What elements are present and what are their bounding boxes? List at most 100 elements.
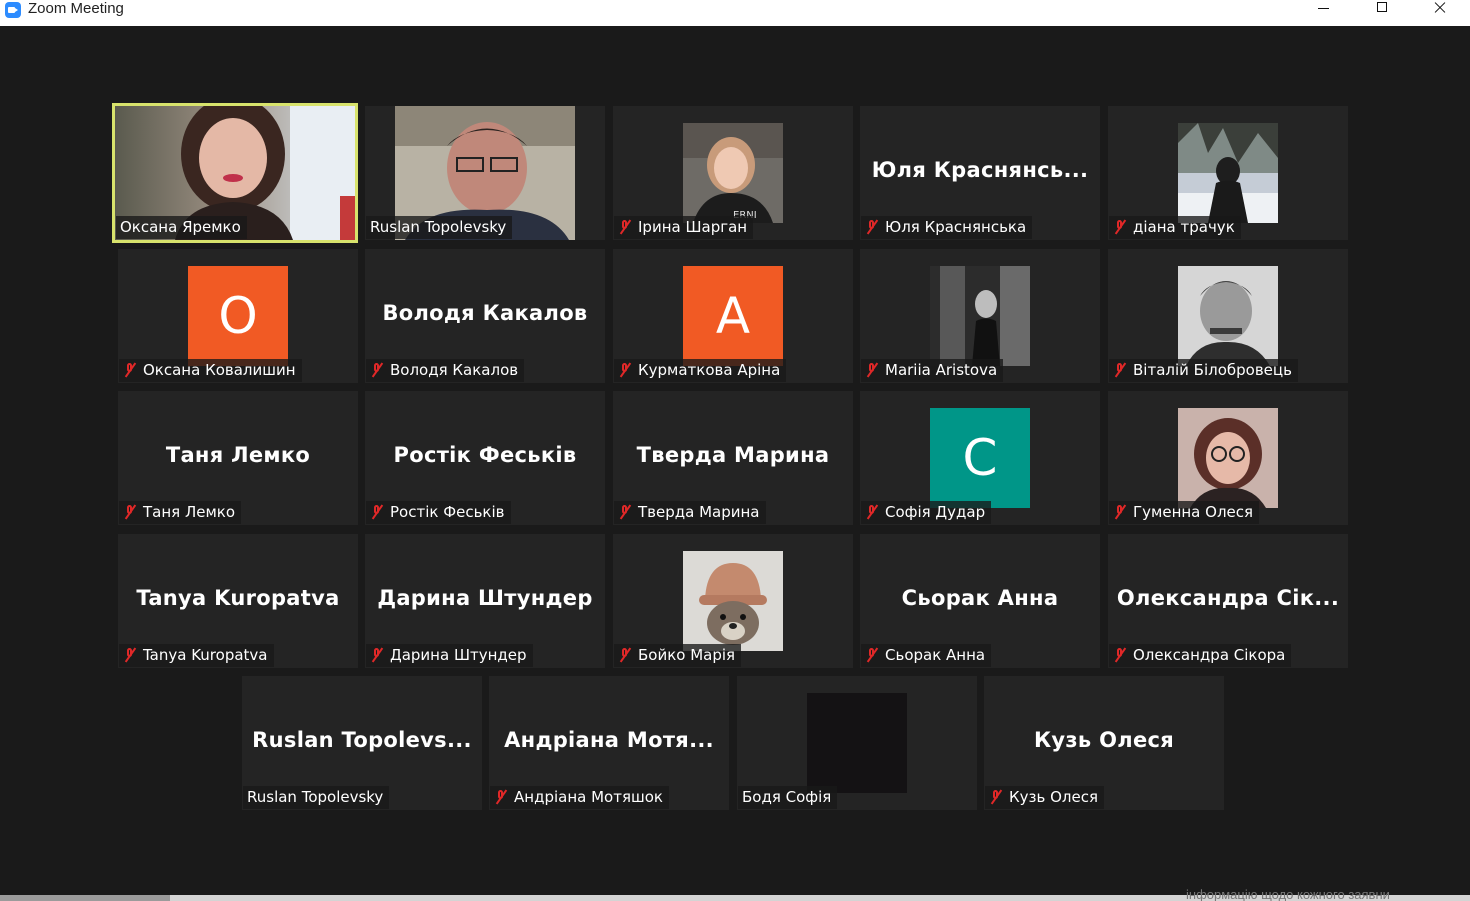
muted-mic-icon	[370, 504, 384, 520]
gallery-view: Оксана Яремко Ruslan Topolevsky Ірина Ша…	[0, 26, 1470, 895]
participant-tile-andriana-motiashok[interactable]: Андріана Мотя... Андріана Мотяшок	[489, 676, 729, 810]
participant-tile-volodia-kakalov[interactable]: Володя Какалов Володя Какалов	[365, 249, 605, 383]
participant-name-label: Бойко Марія	[614, 644, 742, 667]
participant-display-name: Ростік Феськів	[393, 443, 577, 467]
participant-tile-oleksandra-sikora[interactable]: Олександра Сік... Олександра Сікора	[1108, 534, 1348, 668]
avatar-initial: A	[683, 266, 783, 366]
participant-display-name: Ruslan Topolevs...	[252, 728, 472, 752]
participant-name-label: Олександра Сікора	[1109, 644, 1292, 667]
muted-mic-icon	[123, 362, 137, 378]
participant-name-label: Ростік Феськів	[366, 501, 511, 524]
muted-mic-icon	[1113, 362, 1127, 378]
participant-display-name: Тверда Марина	[636, 443, 830, 467]
participant-tile-rostik-feskiv[interactable]: Ростік Феськів Ростік Феськів	[365, 391, 605, 525]
muted-mic-icon	[618, 647, 632, 663]
participant-tile-tania-lemko[interactable]: Таня Лемко Таня Лемко	[118, 391, 358, 525]
close-icon	[1433, 7, 1447, 8]
participant-tile-diana-trachuk[interactable]: діана трачук	[1108, 106, 1348, 240]
participant-name-label: Ruslan Topolevsky	[243, 786, 390, 809]
zoom-app-icon	[5, 2, 21, 18]
participant-photo-dark	[807, 693, 907, 793]
participant-display-name: Tanya Kuropatva	[136, 586, 340, 610]
participant-name-label: Сьорак Анна	[861, 644, 992, 667]
participant-photo	[1178, 123, 1278, 223]
participant-name-label: діана трачук	[1109, 216, 1241, 239]
participant-display-name: Кузь Олеся	[1033, 728, 1175, 752]
background-window-text: інформацію щодо кожного заявни	[1186, 887, 1390, 901]
participant-name-label: Юля Краснянська	[861, 216, 1033, 239]
maximize-button[interactable]	[1359, 0, 1405, 20]
participant-name-label: Володя Какалов	[366, 359, 525, 382]
participant-tile-siorak-anna[interactable]: Сьорак Анна Сьорак Анна	[860, 534, 1100, 668]
muted-mic-icon	[370, 362, 384, 378]
participant-display-name: Андріана Мотя...	[504, 728, 714, 752]
muted-mic-icon	[123, 504, 137, 520]
participant-tile-tanya-kuropatva[interactable]: Tanya Kuropatva Tanya Kuropatva	[118, 534, 358, 668]
participant-name-label: Кузь Олеся	[985, 786, 1105, 809]
participant-name-label: Софія Дудар	[861, 501, 992, 524]
participant-name-label: Ірина Шарган	[614, 216, 754, 239]
participant-tile-boiko-mariia[interactable]: Бойко Марія	[613, 534, 853, 668]
participant-display-name: Олександра Сік...	[1116, 586, 1340, 610]
participant-tile-oksana-yaremko[interactable]: Оксана Яремко	[112, 103, 358, 243]
participant-tile-bodia-sofiia[interactable]: Бодя Софія	[737, 676, 977, 810]
muted-mic-icon	[989, 789, 1003, 805]
muted-mic-icon	[1113, 647, 1127, 663]
avatar-initial: C	[930, 408, 1030, 508]
window-title: Zoom Meeting	[28, 0, 124, 17]
participant-display-name: Таня Лемко	[165, 443, 311, 467]
participant-tile-kurmatkova-arina[interactable]: A Курматкова Аріна	[613, 249, 853, 383]
participant-tile-yulia-krasnianska[interactable]: Юля Краснянсь... Юля Краснянська	[860, 106, 1100, 240]
participant-name-label: Бодя Софія	[738, 786, 838, 809]
participant-name-label: Курматкова Аріна	[614, 359, 787, 382]
participant-name-label: Tanya Kuropatva	[119, 644, 274, 667]
participant-name-label: Тверда Марина	[614, 501, 766, 524]
participant-name-label: Дарина Штундер	[366, 644, 533, 667]
participant-tile-sofia-dudar[interactable]: C Софія Дудар	[860, 391, 1100, 525]
muted-mic-icon	[865, 504, 879, 520]
participant-photo	[683, 551, 783, 651]
participant-name-label: Гуменна Олеся	[1109, 501, 1260, 524]
participant-photo: ERNI	[683, 123, 783, 223]
avatar-initial: O	[188, 266, 288, 366]
close-button[interactable]	[1417, 0, 1463, 20]
participant-tile-ruslan-topolevsky-video[interactable]: Ruslan Topolevsky	[365, 106, 605, 240]
participant-name-label: Ruslan Topolevsky	[366, 216, 513, 239]
participant-tile-mariia-aristova[interactable]: Mariia Aristova	[860, 249, 1100, 383]
participant-tile-tverda-maryna[interactable]: Тверда Марина Тверда Марина	[613, 391, 853, 525]
participant-name-label: Mariia Aristova	[861, 359, 1004, 382]
participant-display-name: Сьорак Анна	[901, 586, 1059, 610]
participant-name-label: Андріана Мотяшок	[490, 786, 669, 809]
minimize-button[interactable]	[1301, 0, 1347, 20]
minimize-icon	[1318, 8, 1329, 9]
participant-photo	[1178, 266, 1278, 366]
participant-tile-kuz-olesia[interactable]: Кузь Олеся Кузь Олеся	[984, 676, 1224, 810]
participant-tile-humenna-olesia[interactable]: Гуменна Олеся	[1108, 391, 1348, 525]
participant-name-label: Таня Лемко	[119, 501, 242, 524]
participant-display-name: Юля Краснянсь...	[871, 158, 1089, 182]
participant-tile-iryna-sharhan[interactable]: ERNI Ірина Шарган	[613, 106, 853, 240]
muted-mic-icon	[370, 647, 384, 663]
muted-mic-icon	[618, 219, 632, 235]
participant-display-name: Володя Какалов	[382, 301, 588, 325]
participant-name-label: Оксана Яремко	[116, 216, 247, 239]
participant-tile-oksana-kovalyshyn[interactable]: O Оксана Ковалишин	[118, 249, 358, 383]
maximize-icon	[1377, 2, 1387, 12]
scrollbar-thumb[interactable]	[0, 895, 170, 901]
participant-display-name: Дарина Штундер	[377, 586, 593, 610]
muted-mic-icon	[865, 647, 879, 663]
muted-mic-icon	[618, 362, 632, 378]
horizontal-scrollbar[interactable]: інформацію щодо кожного заявни	[0, 887, 1470, 901]
muted-mic-icon	[123, 647, 137, 663]
participant-name-label: Оксана Ковалишин	[119, 359, 302, 382]
muted-mic-icon	[1113, 504, 1127, 520]
muted-mic-icon	[865, 219, 879, 235]
participant-tile-vitalii-bilobrovets[interactable]: Віталій Білобровець	[1108, 249, 1348, 383]
participant-photo	[930, 266, 1030, 366]
participant-tile-daryna-shtunder[interactable]: Дарина Штундер Дарина Штундер	[365, 534, 605, 668]
participant-photo	[1178, 408, 1278, 508]
muted-mic-icon	[865, 362, 879, 378]
participant-tile-ruslan-topolevsky-name[interactable]: Ruslan Topolevs... Ruslan Topolevsky	[242, 676, 482, 810]
title-bar: Zoom Meeting	[0, 0, 1470, 26]
muted-mic-icon	[494, 789, 508, 805]
